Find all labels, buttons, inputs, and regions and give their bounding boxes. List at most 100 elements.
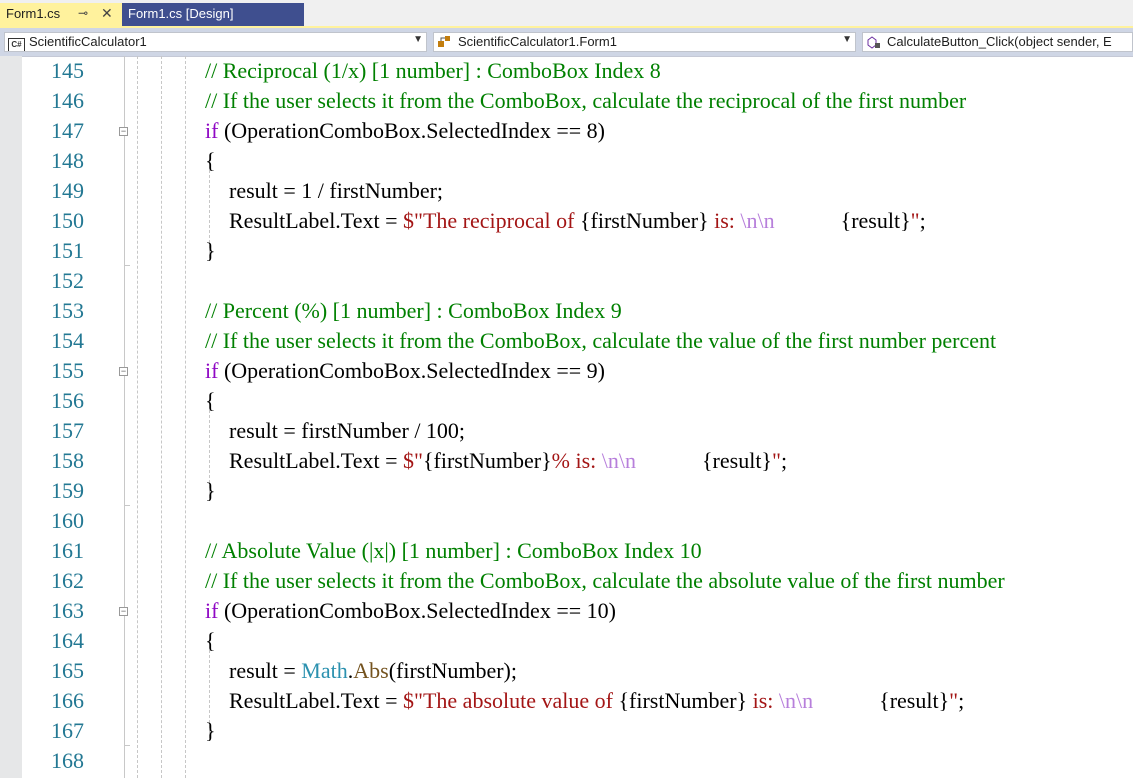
code-token: // If the user selects it from the Combo…: [205, 328, 997, 353]
code-token: ;: [919, 208, 926, 233]
code-line[interactable]: 167}: [0, 716, 1133, 746]
code-token: {firstNumber}: [422, 448, 552, 473]
code-text: // Absolute Value (|x|) [1 number] : Com…: [205, 536, 702, 566]
line-number: 147: [51, 118, 84, 143]
chevron-down-icon[interactable]: ▼: [842, 34, 852, 45]
close-icon[interactable]: ✕: [101, 5, 113, 22]
code-text: ResultLabel.Text = $"The reciprocal of {…: [205, 206, 926, 236]
code-token: (OperationComboBox.SelectedIndex == 10): [218, 598, 616, 623]
code-token: \n\n: [778, 688, 814, 713]
code-line[interactable]: 158 ResultLabel.Text = $"{firstNumber}% i…: [0, 446, 1133, 476]
member-dropdown[interactable]: CalculateButton_Click(object sender, E: [862, 32, 1133, 52]
code-line[interactable]: 151}: [0, 236, 1133, 266]
code-token: }: [205, 238, 216, 263]
code-line[interactable]: 161 // Absolute Value (|x|) [1 number] : …: [0, 536, 1133, 566]
collapse-icon[interactable]: −: [119, 367, 128, 376]
code-text: {: [205, 626, 216, 656]
code-token: // Absolute Value (|x|) [1 number] : Com…: [205, 538, 702, 563]
code-line[interactable]: 145 // Reciprocal (1/x) [1 number] : Comb…: [0, 56, 1133, 86]
line-number: 158: [51, 448, 84, 473]
code-line[interactable]: 163 − if (OperationComboBox.SelectedIndex …: [0, 596, 1133, 626]
document-tab-strip: Form1.cs ⊸ ✕ Form1.cs [Design]: [0, 0, 1133, 28]
code-line[interactable]: 168: [0, 746, 1133, 776]
line-number: 149: [51, 178, 84, 203]
line-number: 145: [51, 58, 84, 83]
line-number: 156: [51, 388, 84, 413]
tab-form1-cs-design[interactable]: Form1.cs [Design]: [122, 3, 304, 26]
code-token: result =: [229, 658, 302, 683]
code-line[interactable]: 164 {: [0, 626, 1133, 656]
line-number: 163: [51, 598, 84, 623]
code-line[interactable]: 147 − if (OperationComboBox.SelectedIndex …: [0, 116, 1133, 146]
collapse-icon[interactable]: −: [119, 127, 128, 136]
code-token: if: [205, 358, 219, 383]
code-line[interactable]: 152: [0, 266, 1133, 296]
code-line[interactable]: 153 // Percent (%) [1 number] : ComboBox …: [0, 296, 1133, 326]
code-token: result = 1 / firstNumber;: [229, 178, 444, 203]
code-line[interactable]: 166 ResultLabel.Text = $"The absolute val…: [0, 686, 1133, 716]
member-dropdown-value: CalculateButton_Click(object sender, E: [887, 34, 1112, 49]
code-token: ": [772, 448, 781, 473]
code-token: // If the user selects it from the Combo…: [205, 88, 967, 113]
tab-form1-cs[interactable]: Form1.cs ⊸ ✕: [0, 3, 122, 26]
code-text: // If the user selects it from the Combo…: [205, 326, 996, 356]
code-line[interactable]: 148 {: [0, 146, 1133, 176]
code-token: % is:: [551, 448, 602, 473]
code-line[interactable]: 150 ResultLabel.Text = $"The reciprocal o…: [0, 206, 1133, 236]
code-text: }: [205, 476, 216, 506]
code-token: {result}: [702, 448, 772, 473]
code-text: result = Math.Abs(firstNumber);: [205, 656, 517, 686]
line-number: 162: [51, 568, 84, 593]
code-token: $": [403, 448, 423, 473]
code-token: ;: [780, 448, 788, 473]
csharp-project-icon: C#: [8, 35, 25, 51]
code-token: {result}: [840, 208, 911, 233]
code-text: ResultLabel.Text = $"The absolute value …: [205, 686, 964, 716]
code-token: {firstNumber}: [618, 688, 748, 713]
code-token: ResultLabel.Text =: [229, 448, 403, 473]
code-line[interactable]: 165 result = Math.Abs(firstNumber);: [0, 656, 1133, 686]
project-dropdown[interactable]: C# ScientificCalculator1 ▼: [4, 32, 427, 52]
line-number: 152: [51, 268, 84, 293]
code-token: ": [910, 208, 920, 233]
line-number: 157: [51, 418, 84, 443]
code-line[interactable]: 160: [0, 506, 1133, 536]
code-text: // If the user selects it from the Combo…: [205, 86, 966, 116]
tab-label: Form1.cs: [6, 6, 61, 21]
collapse-icon[interactable]: −: [119, 607, 128, 616]
code-line[interactable]: 156 {: [0, 386, 1133, 416]
line-number: 166: [51, 688, 84, 713]
line-number: 153: [51, 298, 84, 323]
pin-icon[interactable]: ⊸: [78, 6, 88, 20]
code-line[interactable]: 157 result = firstNumber / 100;: [0, 416, 1133, 446]
code-token: Abs: [353, 658, 389, 683]
tab-label: Form1.cs [Design]: [128, 6, 234, 21]
line-number: 154: [51, 328, 84, 353]
code-text: if (OperationComboBox.SelectedIndex == 9…: [205, 356, 605, 386]
code-line[interactable]: 146 // If the user selects it from the Co…: [0, 86, 1133, 116]
code-token: (OperationComboBox.SelectedIndex == 8): [218, 118, 605, 143]
code-line[interactable]: 154 // If the user selects it from the Co…: [0, 326, 1133, 356]
line-number: 150: [51, 208, 84, 233]
code-token: {firstNumber}: [579, 208, 709, 233]
navigation-bar: C# ScientificCalculator1 ▼ ScientificCal…: [0, 28, 1133, 57]
line-number: 151: [51, 238, 84, 263]
code-line[interactable]: 162 // If the user selects it from the Co…: [0, 566, 1133, 596]
code-line[interactable]: 149 result = 1 / firstNumber;: [0, 176, 1133, 206]
chevron-down-icon[interactable]: ▼: [413, 34, 423, 45]
class-dropdown-value: ScientificCalculator1.Form1: [458, 34, 617, 49]
code-line[interactable]: 159}: [0, 476, 1133, 506]
code-line[interactable]: 155 − if (OperationComboBox.SelectedIndex …: [0, 356, 1133, 386]
code-text: ResultLabel.Text = $"{firstNumber}% is: …: [205, 446, 787, 476]
code-token: result = firstNumber / 100;: [229, 418, 466, 443]
code-token: (OperationComboBox.SelectedIndex == 9): [218, 358, 605, 383]
code-text: // Reciprocal (1/x) [1 number] : ComboBo…: [205, 56, 661, 86]
code-text: }: [205, 716, 216, 746]
code-token: }: [205, 478, 216, 503]
class-dropdown[interactable]: ScientificCalculator1.Form1 ▼: [433, 32, 856, 52]
code-token: ": [949, 688, 959, 713]
code-text: result = 1 / firstNumber;: [205, 176, 443, 206]
line-number: 165: [51, 658, 84, 683]
code-text: {: [205, 146, 216, 176]
